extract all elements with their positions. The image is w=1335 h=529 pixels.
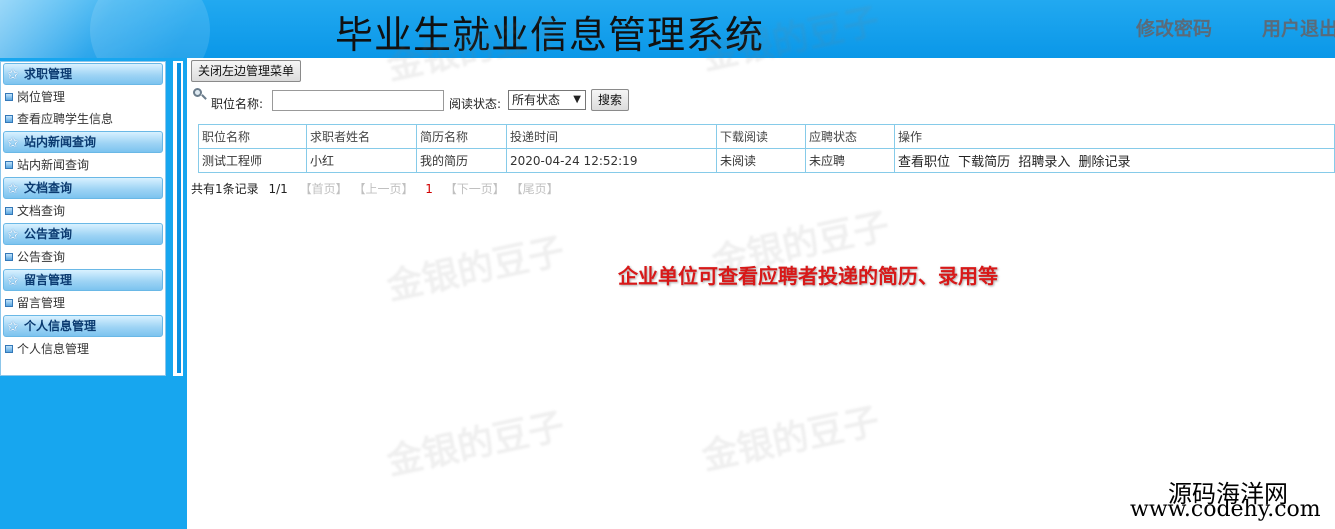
star-icon: ✩ (7, 273, 19, 289)
watermark: 金银的豆子 (383, 230, 569, 309)
sidebar-section-job-management[interactable]: ✩ 求职管理 (3, 63, 163, 85)
sidebar-item-label: 留言管理 (17, 296, 66, 310)
applications-table: 职位名称 求职者姓名 简历名称 投递时间 下载阅读 应聘状态 操作 测试工程师 … (198, 124, 1335, 173)
pagination: 共有1条记录 1/1 【首页】 【上一页】 1 【下一页】 【尾页】 (191, 180, 559, 197)
job-name-label: 职位名称: (211, 97, 264, 111)
star-icon: ✩ (7, 135, 19, 151)
change-password-link[interactable]: 修改密码 (1136, 14, 1212, 41)
table-row: 测试工程师 小红 我的简历 2020-04-24 12:52:19 未阅读 未应… (198, 148, 1335, 173)
sidebar-menu: ✩ 求职管理 岗位管理 查看应聘学生信息 ✩ 站内新闻查询 站内新闻查询 ✩ 文… (0, 61, 166, 376)
annotation-caption: 企业单位可查看应聘者投递的简历、录用等 (618, 264, 998, 288)
section-label: 公告查询 (24, 227, 73, 241)
sidebar-item-label: 站内新闻查询 (17, 158, 90, 172)
square-bullet-icon (5, 207, 13, 215)
section-label: 个人信息管理 (24, 319, 97, 333)
read-status-selected: 所有状态 (512, 93, 561, 107)
cell-read-status: 未阅读 (716, 148, 806, 173)
square-bullet-icon (5, 299, 13, 307)
square-bullet-icon (5, 253, 13, 261)
sidebar-item-document-query[interactable]: 文档查询 (1, 200, 165, 222)
section-label: 留言管理 (24, 273, 73, 287)
sidebar-item-position-management[interactable]: 岗位管理 (1, 86, 165, 108)
section-label: 求职管理 (24, 67, 73, 81)
cell-operations: 查看职位 下载简历 招聘录入 删除记录 (894, 148, 1335, 173)
last-page-link[interactable]: 【尾页】 (511, 182, 559, 196)
column-header: 求职者姓名 (306, 124, 417, 149)
close-left-menu-button[interactable]: 关闭左边管理菜单 (191, 60, 302, 82)
sidebar-item-label: 岗位管理 (17, 90, 66, 104)
prev-page-link[interactable]: 【上一页】 (353, 182, 413, 196)
column-header: 投递时间 (506, 124, 717, 149)
view-position-link[interactable]: 查看职位 (898, 155, 950, 170)
cell-resume: 我的简历 (416, 148, 507, 173)
sidebar-item-news-query[interactable]: 站内新闻查询 (1, 154, 165, 176)
search-icon (192, 87, 207, 101)
logout-link[interactable]: 用户退出 (1262, 14, 1335, 41)
job-name-input[interactable] (272, 90, 444, 111)
watermark: 金银的豆子 (698, 400, 884, 479)
watermark: 金银的豆子 (383, 405, 569, 484)
app-title: 毕业生就业信息管理系统 (335, 13, 765, 57)
sidebar-section-documents[interactable]: ✩ 文档查询 (3, 177, 163, 199)
cell-apply-status: 未应聘 (805, 148, 895, 173)
cell-time: 2020-04-24 12:52:19 (506, 148, 717, 173)
square-bullet-icon (5, 115, 13, 123)
read-status-select[interactable]: 所有状态 ▼ (508, 90, 586, 110)
star-icon: ✩ (7, 181, 19, 197)
sidebar-scrollbar-thumb[interactable] (177, 63, 181, 373)
column-header: 简历名称 (416, 124, 507, 149)
sidebar-item-view-applicants[interactable]: 查看应聘学生信息 (1, 108, 165, 130)
sidebar-item-message-management[interactable]: 留言管理 (1, 292, 165, 314)
search-bar: 职位名称: 阅读状态: 所有状态 ▼ 搜索 (190, 86, 890, 114)
download-resume-link[interactable]: 下载简历 (958, 155, 1010, 170)
read-status-label: 阅读状态: (449, 97, 502, 111)
sidebar-item-profile-management[interactable]: 个人信息管理 (1, 338, 165, 360)
delete-record-link[interactable]: 删除记录 (1078, 155, 1130, 170)
square-bullet-icon (5, 161, 13, 169)
star-icon: ✩ (7, 227, 19, 243)
sidebar-item-announcement-query[interactable]: 公告查询 (1, 246, 165, 268)
sidebar-item-label: 查看应聘学生信息 (17, 112, 114, 126)
section-label: 站内新闻查询 (24, 135, 97, 149)
current-page: 1 (425, 182, 433, 196)
sidebar-item-label: 公告查询 (17, 250, 66, 264)
header-decoration-circle (90, 0, 210, 58)
star-icon: ✩ (7, 319, 19, 335)
sidebar-section-news[interactable]: ✩ 站内新闻查询 (3, 131, 163, 153)
section-label: 文档查询 (24, 181, 73, 195)
page-info: 1/1 (268, 182, 288, 196)
sidebar-section-profile[interactable]: ✩ 个人信息管理 (3, 315, 163, 337)
sidebar-scrollbar[interactable] (169, 61, 183, 376)
cell-applicant: 小红 (306, 148, 417, 173)
sidebar-item-label: 文档查询 (17, 204, 66, 218)
site-url: www.codehy.com (1130, 497, 1321, 522)
column-header: 操作 (894, 124, 1335, 149)
table-header-row: 职位名称 求职者姓名 简历名称 投递时间 下载阅读 应聘状态 操作 (198, 124, 1335, 149)
column-header: 下载阅读 (716, 124, 806, 149)
hire-entry-link[interactable]: 招聘录入 (1018, 155, 1070, 170)
square-bullet-icon (5, 345, 13, 353)
search-button[interactable]: 搜索 (591, 89, 630, 111)
record-count: 共有1条记录 (191, 182, 259, 196)
first-page-link[interactable]: 【首页】 (300, 182, 348, 196)
sidebar-item-label: 个人信息管理 (17, 342, 90, 356)
column-header: 职位名称 (198, 124, 307, 149)
next-page-link[interactable]: 【下一页】 (445, 182, 505, 196)
sidebar-section-announcements[interactable]: ✩ 公告查询 (3, 223, 163, 245)
dropdown-arrow-icon: ▼ (573, 94, 581, 105)
column-header: 应聘状态 (805, 124, 895, 149)
sidebar-section-messages[interactable]: ✩ 留言管理 (3, 269, 163, 291)
square-bullet-icon (5, 93, 13, 101)
header-bar: 毕业生就业信息管理系统 修改密码 用户退出 (0, 0, 1335, 58)
star-icon: ✩ (7, 67, 19, 83)
cell-job: 测试工程师 (198, 148, 307, 173)
